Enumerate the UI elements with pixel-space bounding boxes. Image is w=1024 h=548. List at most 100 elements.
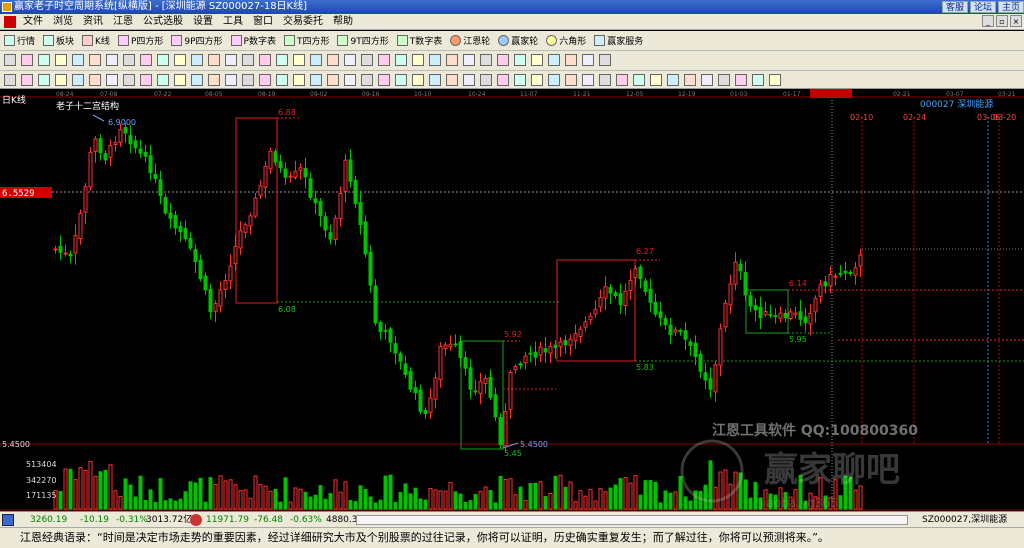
market-icon[interactable] (2, 514, 14, 526)
draw-tool-icon[interactable] (582, 54, 594, 66)
draw-tool-icon[interactable] (463, 74, 475, 86)
draw-tool-icon[interactable] (565, 74, 577, 86)
draw-tool-icon[interactable] (310, 54, 322, 66)
menu-file[interactable]: 文件 (18, 14, 48, 29)
minimize-icon[interactable]: _ (982, 15, 994, 27)
draw-tool-icon[interactable] (650, 74, 662, 86)
draw-tool-icon[interactable] (582, 74, 594, 86)
draw-tool-icon[interactable] (378, 54, 390, 66)
menu-trade[interactable]: 交易委托 (278, 14, 328, 29)
status-scrollbar[interactable] (356, 515, 908, 525)
draw-tool-icon[interactable] (735, 74, 747, 86)
draw-tool-icon[interactable] (667, 74, 679, 86)
draw-tool-icon[interactable] (531, 54, 543, 66)
toolbar-9p-square[interactable]: 9P四方形 (171, 34, 223, 47)
draw-tool-icon[interactable] (72, 74, 84, 86)
draw-tool-icon[interactable] (378, 74, 390, 86)
homepage-button[interactable]: 主页 (997, 1, 1024, 13)
toolbar-sectors[interactable]: 板块 (43, 34, 74, 47)
draw-tool-icon[interactable] (89, 74, 101, 86)
menu-gann[interactable]: 江恩 (108, 14, 138, 29)
toolbar-kline[interactable]: K线 (82, 34, 110, 47)
draw-tool-icon[interactable] (344, 74, 356, 86)
toolbar-p-table[interactable]: P数字表 (230, 34, 276, 47)
menu-tools[interactable]: 工具 (218, 14, 248, 29)
menu-help[interactable]: 帮助 (328, 14, 358, 29)
toolbar-t-square[interactable]: T四方形 (283, 34, 329, 47)
menu-formula[interactable]: 公式选股 (138, 14, 188, 29)
draw-tool-icon[interactable] (361, 54, 373, 66)
draw-tool-icon[interactable] (293, 54, 305, 66)
draw-tool-icon[interactable] (344, 54, 356, 66)
draw-tool-icon[interactable] (225, 74, 237, 86)
draw-tool-icon[interactable] (123, 74, 135, 86)
toolbar-quotes[interactable]: 行情 (4, 34, 35, 47)
draw-tool-icon[interactable] (412, 74, 424, 86)
draw-tool-icon[interactable] (599, 54, 611, 66)
menu-news[interactable]: 资讯 (78, 14, 108, 29)
draw-tool-icon[interactable] (293, 74, 305, 86)
draw-tool-icon[interactable] (361, 74, 373, 86)
draw-tool-icon[interactable] (21, 74, 33, 86)
draw-tool-icon[interactable] (480, 54, 492, 66)
draw-tool-icon[interactable] (514, 54, 526, 66)
draw-tool-icon[interactable] (412, 54, 424, 66)
draw-tool-icon[interactable] (38, 54, 50, 66)
draw-tool-icon[interactable] (497, 54, 509, 66)
toolbar-service[interactable]: 赢家服务 (594, 34, 643, 47)
draw-tool-icon[interactable] (310, 74, 322, 86)
draw-tool-icon[interactable] (718, 74, 730, 86)
kline-chart[interactable]: 6.5529 日K线 老子十二宫结构 000027 深圳能源 02-10 02-… (0, 89, 1024, 511)
draw-tool-icon[interactable] (191, 74, 203, 86)
draw-tool-icon[interactable] (395, 54, 407, 66)
draw-tool-icon[interactable] (106, 54, 118, 66)
draw-tool-icon[interactable] (55, 74, 67, 86)
service-button[interactable]: 客服 (941, 1, 968, 13)
draw-tool-icon[interactable] (752, 74, 764, 86)
draw-tool-icon[interactable] (89, 54, 101, 66)
draw-tool-icon[interactable] (599, 74, 611, 86)
draw-tool-icon[interactable] (429, 54, 441, 66)
toolbar-hexagon[interactable]: 六角形 (546, 34, 586, 47)
draw-tool-icon[interactable] (157, 54, 169, 66)
draw-tool-icon[interactable] (633, 74, 645, 86)
toolbar-t-table[interactable]: T数字表 (396, 34, 442, 47)
draw-tool-icon[interactable] (548, 74, 560, 86)
draw-tool-icon[interactable] (259, 54, 271, 66)
draw-tool-icon[interactable] (208, 74, 220, 86)
draw-tool-icon[interactable] (327, 54, 339, 66)
draw-tool-icon[interactable] (174, 74, 186, 86)
draw-tool-icon[interactable] (174, 54, 186, 66)
draw-tool-icon[interactable] (4, 74, 16, 86)
forum-button[interactable]: 论坛 (969, 1, 996, 13)
draw-tool-icon[interactable] (55, 54, 67, 66)
draw-tool-icon[interactable] (276, 74, 288, 86)
draw-tool-icon[interactable] (429, 74, 441, 86)
draw-tool-icon[interactable] (123, 54, 135, 66)
draw-tool-icon[interactable] (72, 54, 84, 66)
menu-settings[interactable]: 设置 (188, 14, 218, 29)
draw-tool-icon[interactable] (701, 74, 713, 86)
draw-tool-icon[interactable] (259, 74, 271, 86)
draw-tool-icon[interactable] (191, 54, 203, 66)
draw-tool-icon[interactable] (514, 74, 526, 86)
draw-tool-icon[interactable] (395, 74, 407, 86)
draw-tool-icon[interactable] (463, 54, 475, 66)
draw-tool-icon[interactable] (684, 74, 696, 86)
menu-window[interactable]: 窗口 (248, 14, 278, 29)
draw-tool-icon[interactable] (769, 74, 781, 86)
draw-tool-icon[interactable] (480, 74, 492, 86)
draw-tool-icon[interactable] (38, 74, 50, 86)
draw-tool-icon[interactable] (140, 54, 152, 66)
draw-tool-icon[interactable] (106, 74, 118, 86)
draw-tool-icon[interactable] (327, 74, 339, 86)
draw-tool-icon[interactable] (21, 54, 33, 66)
draw-tool-icon[interactable] (276, 54, 288, 66)
draw-tool-icon[interactable] (225, 54, 237, 66)
toolbar-gann-wheel[interactable]: 江恩轮 (450, 34, 490, 47)
draw-tool-icon[interactable] (242, 74, 254, 86)
draw-tool-icon[interactable] (208, 54, 220, 66)
draw-tool-icon[interactable] (4, 54, 16, 66)
draw-tool-icon[interactable] (497, 74, 509, 86)
toolbar-9t-square[interactable]: 9T四方形 (337, 34, 389, 47)
